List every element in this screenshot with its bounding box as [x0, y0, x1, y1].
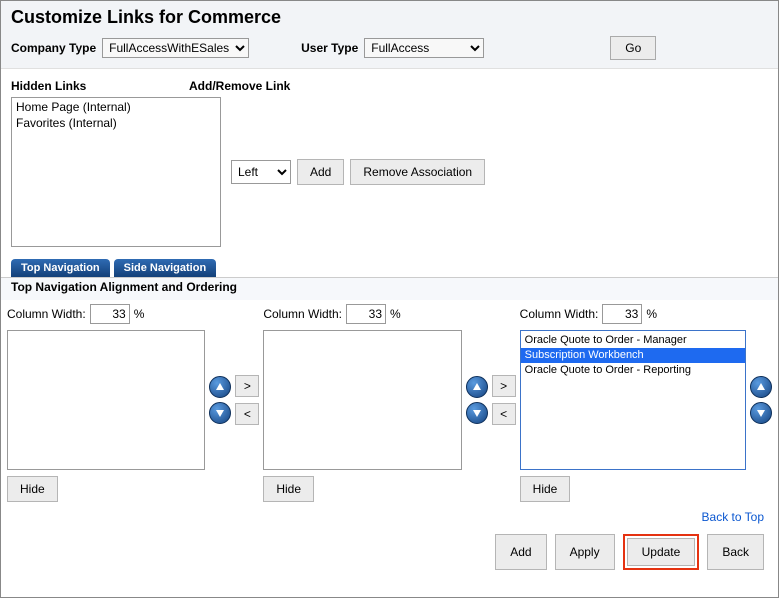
column-width-input-2[interactable] — [346, 304, 386, 324]
hidden-links-heading: Hidden Links — [11, 79, 189, 93]
hide-button-2[interactable]: Hide — [263, 476, 314, 502]
move-down-button[interactable] — [209, 402, 231, 424]
move-up-button[interactable] — [750, 376, 772, 398]
tab-side-navigation[interactable]: Side Navigation — [114, 259, 217, 277]
hidden-links-area: Home Page (Internal) Favorites (Internal… — [1, 97, 778, 259]
percent-label: % — [390, 307, 401, 321]
order-listbox-2[interactable] — [263, 330, 461, 470]
shift-left-button[interactable]: < — [492, 403, 516, 425]
company-type-label: Company Type — [11, 41, 96, 55]
column-2: Column Width: % > < — [263, 304, 515, 502]
footer-apply-button[interactable]: Apply — [555, 534, 615, 570]
move-up-button[interactable] — [209, 376, 231, 398]
percent-label: % — [646, 307, 657, 321]
hidden-links-listbox[interactable]: Home Page (Internal) Favorites (Internal… — [11, 97, 221, 247]
footer-back-button[interactable]: Back — [707, 534, 764, 570]
go-button[interactable]: Go — [610, 36, 656, 60]
update-highlight: Update — [623, 534, 700, 570]
list-item[interactable]: Subscription Workbench — [521, 348, 745, 363]
nav-tabs: Top Navigation Side Navigation — [1, 259, 778, 277]
column-width-label: Column Width: — [520, 307, 599, 321]
company-type-select[interactable]: FullAccessWithESales — [102, 38, 249, 58]
user-type-label: User Type — [301, 41, 358, 55]
move-up-button[interactable] — [466, 376, 488, 398]
column-3: Column Width: % Oracle Quote to Order - … — [520, 304, 772, 502]
order-listbox-1[interactable] — [7, 330, 205, 470]
add-remove-controls: Left Add Remove Association — [231, 159, 485, 185]
list-item[interactable]: Oracle Quote to Order - Reporting — [521, 363, 745, 378]
column-width-label: Column Width: — [263, 307, 342, 321]
triangle-up-icon — [756, 382, 766, 392]
order-listbox-3[interactable]: Oracle Quote to Order - Manager Subscrip… — [520, 330, 746, 470]
filter-row: Company Type FullAccessWithESales User T… — [11, 36, 768, 60]
shift-arrows-2: > < — [492, 375, 516, 425]
add-remove-heading: Add/Remove Link — [189, 79, 290, 93]
ordering-heading: Top Navigation Alignment and Ordering — [1, 277, 778, 300]
footer-buttons: Add Apply Update Back — [1, 524, 778, 580]
tab-top-navigation[interactable]: Top Navigation — [11, 259, 110, 277]
back-to-top-link[interactable]: Back to Top — [702, 510, 764, 524]
back-to-top-wrap: Back to Top — [1, 502, 778, 524]
shift-right-button[interactable]: > — [235, 375, 259, 397]
list-item[interactable]: Favorites (Internal) — [16, 116, 216, 132]
ordering-columns: Column Width: % > < — [1, 300, 778, 502]
shift-arrows-1: > < — [235, 375, 259, 425]
footer-add-button[interactable]: Add — [495, 534, 546, 570]
triangle-up-icon — [215, 382, 225, 392]
column-width-row: Column Width: % — [7, 304, 259, 324]
reorder-arrows-2 — [466, 376, 488, 424]
remove-association-button[interactable]: Remove Association — [350, 159, 485, 185]
shift-left-button[interactable]: < — [235, 403, 259, 425]
triangle-down-icon — [472, 408, 482, 418]
column-width-input-1[interactable] — [90, 304, 130, 324]
list-item[interactable]: Oracle Quote to Order - Manager — [521, 333, 745, 348]
move-down-button[interactable] — [466, 402, 488, 424]
hide-button-1[interactable]: Hide — [7, 476, 58, 502]
column-width-label: Column Width: — [7, 307, 86, 321]
triangle-up-icon — [472, 382, 482, 392]
section-labels: Hidden Links Add/Remove Link — [1, 69, 778, 97]
percent-label: % — [134, 307, 145, 321]
user-type-select[interactable]: FullAccess — [364, 38, 484, 58]
page-root: Customize Links for Commerce Company Typ… — [0, 0, 779, 598]
move-down-button[interactable] — [750, 402, 772, 424]
reorder-arrows-3 — [750, 376, 772, 424]
column-width-row: Column Width: % — [263, 304, 515, 324]
hide-button-3[interactable]: Hide — [520, 476, 571, 502]
shift-right-button[interactable]: > — [492, 375, 516, 397]
column-width-row: Column Width: % — [520, 304, 772, 324]
page-title: Customize Links for Commerce — [11, 7, 768, 28]
triangle-down-icon — [756, 408, 766, 418]
header: Customize Links for Commerce Company Typ… — [1, 1, 778, 69]
position-select[interactable]: Left — [231, 160, 291, 184]
triangle-down-icon — [215, 408, 225, 418]
footer-update-button[interactable]: Update — [627, 538, 696, 566]
list-item[interactable]: Home Page (Internal) — [16, 100, 216, 116]
column-1: Column Width: % > < — [7, 304, 259, 502]
add-link-button[interactable]: Add — [297, 159, 344, 185]
column-width-input-3[interactable] — [602, 304, 642, 324]
reorder-arrows-1 — [209, 376, 231, 424]
